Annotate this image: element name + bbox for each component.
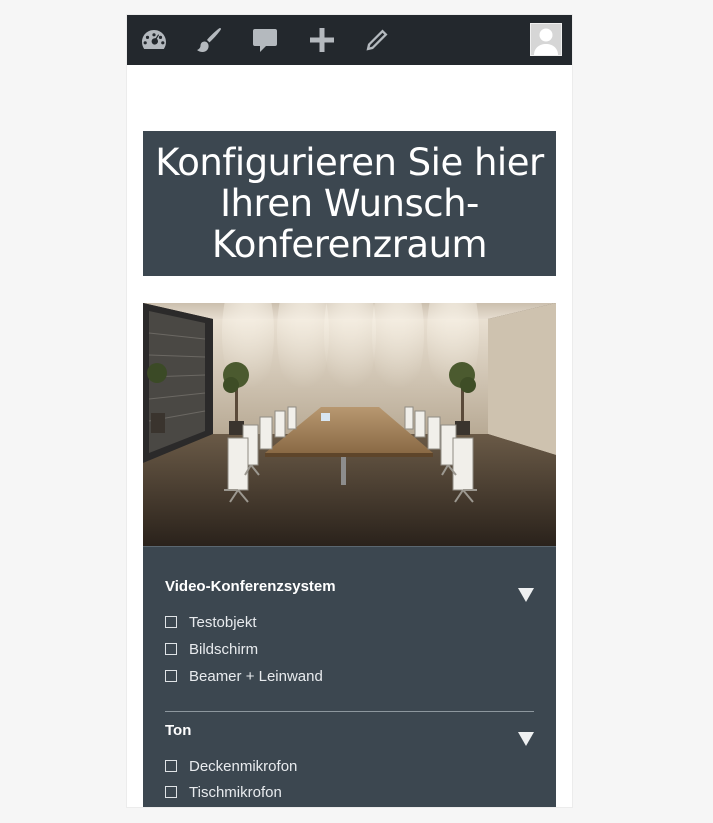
option-label: Beamer + Leinwand: [189, 667, 323, 685]
option-deckenmikrofon[interactable]: Deckenmikrofon: [165, 756, 297, 776]
comment-icon[interactable]: [249, 24, 281, 56]
triangle-down-icon[interactable]: [518, 732, 534, 746]
option-label: Tischmikrofon: [189, 783, 282, 801]
dashboard-icon[interactable]: [138, 24, 170, 56]
checkbox[interactable]: [165, 643, 177, 655]
option-label: Testobjekt: [189, 613, 257, 631]
hero-title-box: Konfigurieren Sie hier Ihren Wunsch-Konf…: [143, 131, 556, 276]
admin-toolbar: [127, 15, 572, 65]
section-divider: [165, 711, 534, 712]
option-label: Deckenmikrofon: [189, 757, 298, 775]
option-testobjekt[interactable]: Testobjekt: [165, 612, 257, 632]
section-title: Ton: [165, 722, 192, 739]
page-title: Konfigurieren Sie hier Ihren Wunsch-Konf…: [155, 141, 544, 266]
option-label: Bildschirm: [189, 640, 259, 658]
user-avatar[interactable]: [530, 23, 562, 56]
triangle-down-icon[interactable]: [518, 588, 534, 602]
plus-icon[interactable]: [306, 24, 338, 56]
page-frame: Konfigurieren Sie hier Ihren Wunsch-Konf…: [127, 15, 572, 807]
option-beamer-leinwand[interactable]: Beamer + Leinwand: [165, 666, 323, 686]
option-bildschirm[interactable]: Bildschirm: [165, 639, 258, 659]
checkbox[interactable]: [165, 670, 177, 682]
checkbox[interactable]: [165, 760, 177, 772]
pencil-icon[interactable]: [361, 24, 393, 56]
section-title: Video-Konferenzsystem: [165, 578, 336, 595]
option-tischmikrofon[interactable]: Tischmikrofon: [165, 782, 282, 802]
configurator-panel: Video-Konferenzsystem Testobjekt Bildsch…: [143, 546, 556, 807]
checkbox[interactable]: [165, 786, 177, 798]
paintbrush-icon[interactable]: [193, 24, 225, 56]
conference-room-image: [143, 303, 556, 546]
checkbox[interactable]: [165, 616, 177, 628]
